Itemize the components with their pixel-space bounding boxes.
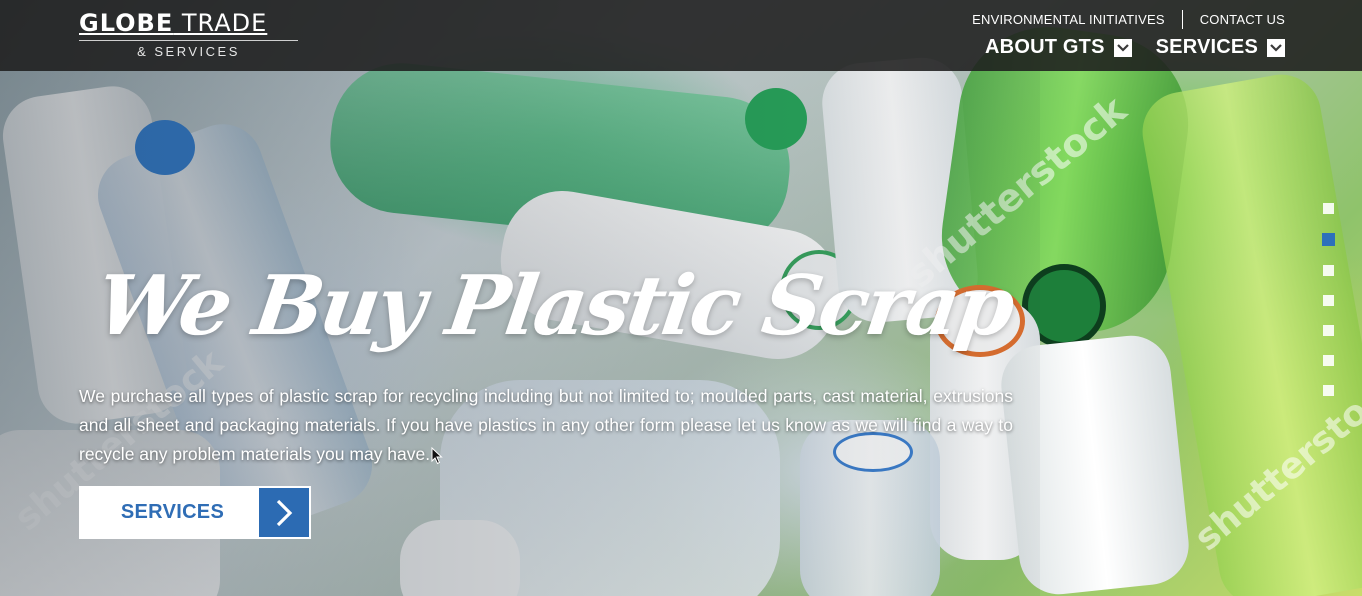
hero-intro-text: We purchase all types of plastic scrap f…: [79, 386, 1013, 464]
logo-divider: [79, 40, 298, 41]
environmental-initiatives-link[interactable]: ENVIRONMENTAL INITIATIVES: [972, 12, 1165, 27]
chevron-down-icon[interactable]: [1113, 38, 1132, 57]
slider-dot-3[interactable]: [1323, 265, 1334, 276]
slider-dot-1[interactable]: [1323, 203, 1334, 214]
slider-dot-4[interactable]: [1323, 295, 1334, 306]
services-cta-button[interactable]: SERVICES: [79, 486, 311, 539]
slider-pagination: [1322, 203, 1336, 415]
site-logo[interactable]: GLOBE TRADE & SERVICES: [79, 9, 299, 61]
main-nav: ABOUT GTS SERVICES: [961, 36, 1285, 59]
slider-dot-5[interactable]: [1323, 325, 1334, 336]
logo-subtitle: & SERVICES: [137, 44, 240, 59]
nav-item-label: SERVICES: [1155, 36, 1258, 58]
nav-item-about-gts[interactable]: ABOUT GTS: [985, 36, 1132, 59]
slider-dot-6[interactable]: [1323, 355, 1334, 366]
logo-wordmark: GLOBE TRADE: [79, 9, 268, 37]
nav-divider: [1181, 9, 1183, 29]
contact-us-link[interactable]: CONTACT US: [1200, 12, 1285, 27]
chevron-right-icon: [259, 488, 309, 537]
mouse-cursor-icon: [431, 447, 443, 465]
nav-item-services[interactable]: SERVICES: [1156, 36, 1285, 59]
slider-dot-2-active[interactable]: [1322, 233, 1335, 246]
chevron-down-icon[interactable]: [1267, 38, 1285, 57]
utility-nav: ENVIRONMENTAL INITIATIVES CONTACT US: [972, 9, 1285, 29]
cta-label: SERVICES: [120, 501, 225, 523]
slider-dot-7[interactable]: [1323, 385, 1334, 396]
nav-item-label: ABOUT GTS: [985, 36, 1105, 58]
site-header: GLOBE TRADE & SERVICES ENVIRONMENTAL INI…: [0, 0, 1362, 71]
hero-headline: We Buy Plastic Scrap: [90, 258, 1018, 354]
